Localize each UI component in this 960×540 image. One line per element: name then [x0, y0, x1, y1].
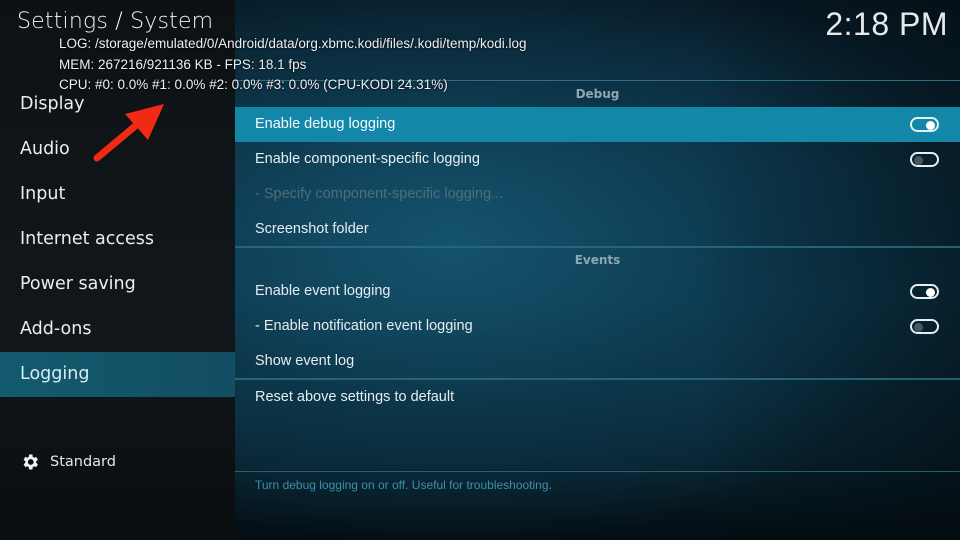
setting-label: Show event log — [255, 353, 355, 369]
section-divider — [235, 246, 960, 248]
setting-label: Enable event logging — [255, 283, 391, 299]
clock: 2:18 PM — [825, 6, 948, 42]
settings-level-button[interactable]: Standard — [20, 452, 116, 472]
setting-enable-notification-event-logging[interactable]: - Enable notification event logging — [235, 309, 960, 344]
sidebar-item-add-ons[interactable]: Add-ons — [0, 307, 235, 352]
sidebar-item-internet-access[interactable]: Internet access — [0, 217, 235, 262]
page-title: Settings / System — [17, 9, 214, 34]
setting-label: Enable component-specific logging — [255, 151, 480, 167]
setting-label: - Specify component-specific logging... — [255, 186, 504, 202]
help-divider — [235, 471, 960, 472]
setting-enable-event-logging[interactable]: Enable event logging — [235, 274, 960, 309]
setting-label: Screenshot folder — [255, 221, 369, 237]
setting-show-event-log[interactable]: Show event log — [235, 344, 960, 379]
toggle-switch-on[interactable] — [910, 117, 939, 132]
settings-category-nav: Display Audio Input Internet access Powe… — [0, 82, 235, 397]
sidebar-item-audio[interactable]: Audio — [0, 127, 235, 172]
section-heading-events: Events — [574, 253, 621, 267]
help-text: Turn debug logging on or off. Useful for… — [255, 478, 552, 492]
setting-enable-debug-logging[interactable]: Enable debug logging — [235, 107, 960, 142]
reset-settings-button[interactable]: Reset above settings to default — [235, 380, 960, 415]
sidebar-item-logging[interactable]: Logging — [0, 352, 235, 397]
debug-info-overlay: LOG: /storage/emulated/0/Android/data/or… — [59, 34, 527, 96]
setting-specify-component-logging: - Specify component-specific logging... — [235, 177, 960, 212]
toggle-knob — [914, 155, 923, 165]
setting-label: Enable debug logging — [255, 116, 396, 132]
gear-icon — [23, 454, 38, 470]
debug-cpu: CPU: #0: 0.0% #1: 0.0% #2: 0.0% #3: 0.0%… — [59, 77, 448, 92]
setting-screenshot-folder[interactable]: Screenshot folder — [235, 212, 960, 247]
toggle-switch-off[interactable] — [910, 152, 939, 167]
toggle-switch-off[interactable] — [910, 319, 939, 334]
toggle-knob — [926, 120, 935, 130]
setting-label: - Enable notification event logging — [255, 318, 473, 334]
toggle-knob — [914, 322, 923, 332]
settings-level-label: Standard — [50, 454, 116, 470]
debug-mem-fps: MEM: 267216/921136 KB - FPS: 18.1 fps — [59, 56, 307, 72]
debug-log-path: LOG: /storage/emulated/0/Android/data/or… — [59, 36, 527, 51]
toggle-knob — [926, 287, 935, 297]
sidebar-item-input[interactable]: Input — [0, 172, 235, 217]
toggle-switch-on[interactable] — [910, 284, 939, 299]
setting-label: Reset above settings to default — [255, 389, 455, 405]
setting-enable-component-logging[interactable]: Enable component-specific logging — [235, 142, 960, 177]
sidebar-item-power-saving[interactable]: Power saving — [0, 262, 235, 307]
